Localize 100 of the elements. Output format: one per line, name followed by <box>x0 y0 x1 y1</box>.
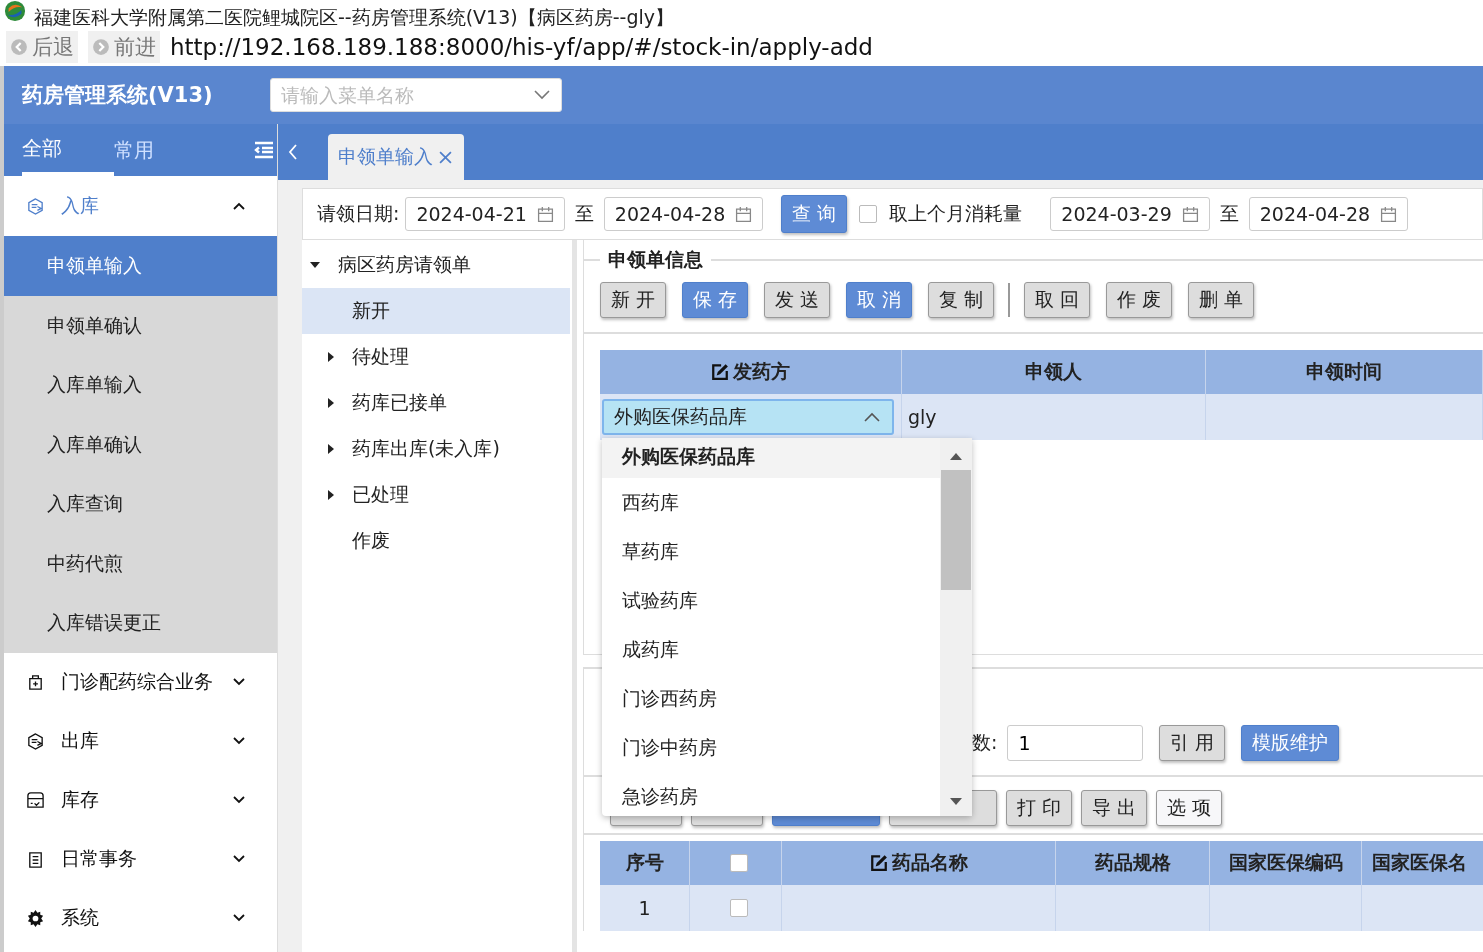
edit-icon <box>711 363 729 381</box>
chevron-icon <box>233 855 245 863</box>
menu-search-field[interactable]: 请输入菜单名称 <box>270 78 562 112</box>
date-field[interactable]: 2024-04-28 <box>1248 197 1409 231</box>
caret-icon <box>326 444 336 454</box>
tree-node[interactable]: 病区药房请领单 <box>302 242 572 288</box>
chevron-left-icon[interactable] <box>288 144 298 160</box>
date-field[interactable]: 2024-04-28 <box>603 197 764 231</box>
column-header: 国家医保编码 <box>1210 841 1362 885</box>
chevron-icon <box>233 914 245 922</box>
date-field[interactable]: 2024-04-21 <box>405 197 565 231</box>
column-header: 申领时间 <box>1206 350 1483 394</box>
arrow-right-icon <box>92 38 110 56</box>
menu-group-label: 入库 <box>61 193 100 218</box>
toolbar-button[interactable]: 新 开 <box>600 282 667 318</box>
column-header: 药品名称 <box>782 841 1056 885</box>
count-label: 数: <box>972 730 998 755</box>
calendar-icon[interactable] <box>1380 205 1398 223</box>
scroll-down-icon[interactable] <box>949 798 963 806</box>
menu-icon[interactable] <box>254 141 274 159</box>
scrollbar[interactable] <box>940 438 972 816</box>
calendar-icon[interactable] <box>1181 205 1199 223</box>
column-header: 药品规格 <box>1056 841 1210 885</box>
menu-item[interactable]: 中药代煎 <box>4 533 277 593</box>
dropdown-option[interactable]: 外购医保药品库 <box>602 438 940 478</box>
consumption-label: 取上个月消耗量 <box>889 201 1023 226</box>
toolbar-button[interactable]: 删 单 <box>1188 282 1255 318</box>
menu-item[interactable]: 入库错误更正 <box>4 593 277 653</box>
page-tab-label: 申领单输入 <box>338 144 433 169</box>
column-header: 申领人 <box>902 350 1206 394</box>
dropdown-option[interactable]: 成药库 <box>602 625 940 674</box>
detail-button[interactable]: 导 出 <box>1081 790 1148 826</box>
tree-node[interactable]: 新开 <box>302 288 570 334</box>
consumption-checkbox[interactable] <box>859 205 878 223</box>
section-title: 申领单信息 <box>608 247 703 272</box>
menu-group-label: 系统 <box>61 905 100 930</box>
toolbar-button[interactable]: 复 制 <box>928 282 995 318</box>
caret-icon <box>326 398 336 408</box>
toolbar-button[interactable]: 发 送 <box>764 282 831 318</box>
menu-group-label: 库存 <box>61 787 100 812</box>
caret-icon <box>326 490 336 500</box>
forward-button[interactable]: 前进 <box>88 31 160 63</box>
detail-button[interactable]: 打 印 <box>1006 790 1073 826</box>
dropdown-option[interactable]: 门诊中药房 <box>602 723 940 772</box>
chevron-down-icon <box>534 90 550 100</box>
chevron-icon <box>233 796 245 804</box>
date-field[interactable]: 2024-03-29 <box>1050 197 1210 231</box>
range-separator: 至 <box>1219 201 1239 226</box>
menu-group-label: 出库 <box>61 728 100 753</box>
dropdown-option[interactable]: 门诊西药房 <box>602 674 940 723</box>
url-text[interactable]: http://192.168.189.188:8000/his-yf/app/#/stock-in/apply-add <box>170 34 873 60</box>
toolbar-button[interactable]: 作 废 <box>1106 282 1173 318</box>
column-header: 发药方 <box>600 350 902 394</box>
toolbar-button[interactable]: 取 回 <box>1024 282 1091 318</box>
menu-item[interactable]: 申领单输入 <box>4 236 277 296</box>
range-separator: 至 <box>574 201 594 226</box>
calendar-icon[interactable] <box>536 205 554 223</box>
caret-icon <box>326 352 336 362</box>
menu-group-label: 日常事务 <box>61 846 138 871</box>
tree-node[interactable]: 已处理 <box>302 472 570 518</box>
gear-icon <box>26 908 45 928</box>
window-title: 福建医科大学附属第二医院鲤城院区--药房管理系统(V13)【病区药房--gly】 <box>34 6 674 28</box>
row-checkbox[interactable] <box>729 899 748 917</box>
template-button[interactable]: 引 用 <box>1159 725 1226 761</box>
edit-icon <box>869 854 888 872</box>
menu-item[interactable]: 入库单确认 <box>4 414 277 474</box>
date-label: 请领日期: <box>317 201 400 226</box>
calendar-icon[interactable] <box>735 205 753 223</box>
scroll-up-icon[interactable] <box>949 452 963 460</box>
app-name: 药房管理系统(V13) <box>22 82 214 109</box>
menu-group-label: 门诊配药综合业务 <box>61 669 214 694</box>
table-cell: 1 <box>600 885 690 931</box>
arrow-left-icon <box>10 38 28 56</box>
tree-node[interactable]: 待处理 <box>302 334 570 380</box>
tree-node[interactable]: 作废 <box>302 518 570 564</box>
tree-node[interactable]: 药库已接单 <box>302 380 570 426</box>
calendar-icon <box>26 849 45 869</box>
dropdown-option[interactable]: 急诊药房 <box>602 772 940 821</box>
menu-item[interactable]: 入库单输入 <box>4 355 277 415</box>
menu-item[interactable]: 申领单确认 <box>4 295 277 355</box>
menu-item[interactable]: 入库查询 <box>4 474 277 534</box>
medicine-kit-icon <box>26 672 45 692</box>
detail-button[interactable]: 选 项 <box>1156 790 1223 826</box>
dropdown-option[interactable]: 西药库 <box>602 478 940 527</box>
select-all-checkbox[interactable] <box>729 854 748 872</box>
tree-node[interactable]: 药库出库(未入库) <box>302 426 570 472</box>
inventory-box-icon <box>26 790 45 810</box>
chevron-icon <box>233 737 245 745</box>
table-cell: gly <box>902 394 1206 440</box>
dropdown-option[interactable]: 草药库 <box>602 527 940 576</box>
chevron-icon <box>233 202 245 210</box>
dropdown-option[interactable]: 试验药库 <box>602 576 940 625</box>
count-field[interactable]: 1 <box>1007 725 1144 761</box>
page-tab[interactable]: 申领单输入 <box>328 134 464 180</box>
close-icon[interactable] <box>439 150 452 164</box>
column-header: 国家医保名 <box>1362 841 1483 885</box>
supplier-select[interactable]: 外购医保药品库 <box>602 399 894 435</box>
column-header: 序号 <box>600 841 690 885</box>
back-button[interactable]: 后退 <box>6 31 78 63</box>
box-arrow-icon <box>26 196 45 216</box>
